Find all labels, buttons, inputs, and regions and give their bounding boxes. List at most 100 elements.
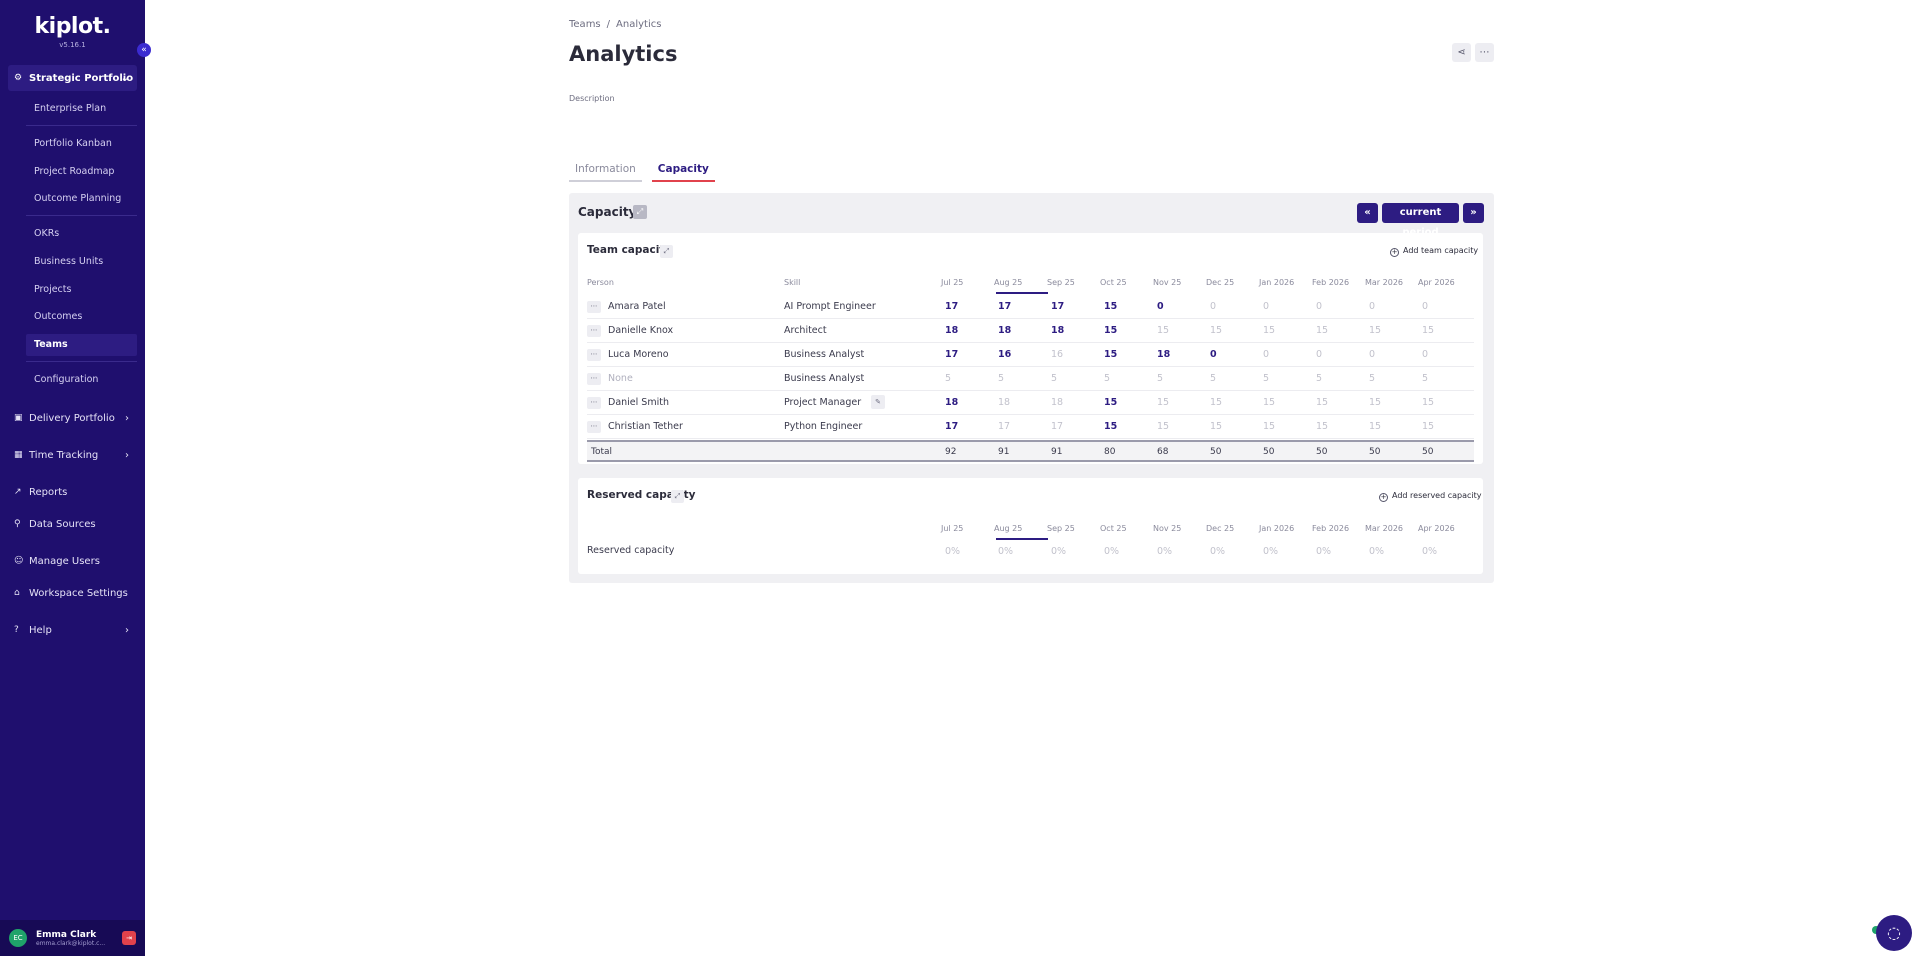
row-menu-icon[interactable]: ⋯ [587,397,601,409]
expand-icon[interactable]: ⤢ [660,245,673,258]
capacity-value[interactable]: 15 [1157,397,1169,408]
capacity-value[interactable]: 5 [1316,373,1322,384]
capacity-value[interactable]: 5 [1051,373,1057,384]
expand-icon[interactable]: ⤢ [633,205,647,219]
sidebar-manage-users[interactable]: ☺ Manage Users [8,548,137,574]
capacity-value[interactable]: 15 [1210,397,1222,408]
sidebar-item-projects[interactable]: Projects [26,279,137,301]
sidebar-delivery-portfolio[interactable]: ▣ Delivery Portfolio › [8,405,137,431]
person-cell[interactable]: Daniel Smith [608,397,669,408]
capacity-value[interactable]: 17 [945,349,958,360]
tab-information[interactable]: Information [569,160,642,182]
capacity-value[interactable]: 5 [1422,373,1428,384]
row-menu-icon[interactable]: ⋯ [587,325,601,337]
row-menu-icon[interactable]: ⋯ [587,301,601,313]
reserved-value[interactable]: 0% [1316,546,1331,557]
capacity-value[interactable]: 17 [998,301,1011,312]
capacity-value[interactable]: 15 [1104,421,1117,432]
capacity-value[interactable]: 17 [1051,421,1063,432]
capacity-value[interactable]: 5 [945,373,951,384]
reserved-value[interactable]: 0% [1263,546,1278,557]
skill-cell[interactable]: Python Engineer [784,421,862,432]
capacity-value[interactable]: 18 [1157,349,1170,360]
capacity-value[interactable]: 0 [1157,301,1164,312]
logout-icon[interactable]: ⇥ [122,931,136,945]
breadcrumb-teams[interactable]: Teams [569,19,601,30]
edit-icon[interactable]: ✎ [871,395,885,409]
capacity-value[interactable]: 15 [1369,397,1381,408]
capacity-value[interactable]: 15 [1104,349,1117,360]
capacity-value[interactable]: 5 [1104,373,1110,384]
capacity-value[interactable]: 15 [1422,397,1434,408]
reserved-value[interactable]: 0% [1210,546,1225,557]
add-reserved-capacity-button[interactable]: + Add reserved capacity [1379,491,1482,502]
sidebar-workspace-settings[interactable]: ⌂ Workspace Settings [8,580,137,606]
capacity-value[interactable]: 0 [1369,349,1375,360]
capacity-value[interactable]: 18 [945,397,958,408]
capacity-value[interactable]: 0 [1210,301,1216,312]
skill-cell[interactable]: Architect [784,325,827,336]
sidebar-item-portfolio-kanban[interactable]: Portfolio Kanban [26,133,137,155]
sidebar-item-project-roadmap[interactable]: Project Roadmap [26,161,137,183]
capacity-value[interactable]: 0 [1316,349,1322,360]
sidebar-item-enterprise-plan[interactable]: Enterprise Plan [26,98,137,120]
capacity-value[interactable]: 15 [1104,397,1117,408]
user-bar[interactable]: EC Emma Clark emma.clark@kiplot.c... ⇥ [0,920,145,956]
sidebar-help[interactable]: ? Help › [8,617,137,643]
capacity-value[interactable]: 15 [1316,397,1328,408]
more-options-icon[interactable]: ⋯ [1475,43,1494,62]
person-cell[interactable]: None [608,373,633,384]
capacity-value[interactable]: 15 [1316,421,1328,432]
reserved-value[interactable]: 0% [1369,546,1384,557]
capacity-value[interactable]: 5 [1369,373,1375,384]
capacity-value[interactable]: 18 [998,325,1011,336]
capacity-value[interactable]: 18 [1051,325,1064,336]
capacity-value[interactable]: 15 [1104,325,1117,336]
add-team-capacity-button[interactable]: + Add team capacity [1390,246,1478,257]
capacity-value[interactable]: 15 [1157,325,1169,336]
sidebar-strategic-portfolio[interactable]: ⚙ Strategic Portfolio ⌄ [8,65,137,91]
capacity-value[interactable]: 0 [1422,301,1428,312]
skill-cell[interactable]: Business Analyst [784,373,864,384]
capacity-value[interactable]: 5 [998,373,1004,384]
capacity-value[interactable]: 0 [1263,301,1269,312]
reserved-value[interactable]: 0% [1422,546,1437,557]
capacity-value[interactable]: 15 [1210,325,1222,336]
capacity-value[interactable]: 15 [1263,325,1275,336]
capacity-value[interactable]: 16 [998,349,1011,360]
capacity-value[interactable]: 15 [1422,325,1434,336]
capacity-value[interactable]: 15 [1104,301,1117,312]
person-cell[interactable]: Danielle Knox [608,325,673,336]
chat-support-icon[interactable]: ◌ [1876,915,1912,951]
capacity-value[interactable]: 5 [1263,373,1269,384]
sidebar-item-okrs[interactable]: OKRs [26,223,137,245]
capacity-value[interactable]: 15 [1369,421,1381,432]
row-menu-icon[interactable]: ⋯ [587,349,601,361]
sidebar-time-tracking[interactable]: ▦ Time Tracking › [8,442,137,468]
capacity-value[interactable]: 5 [1157,373,1163,384]
capacity-value[interactable]: 18 [1051,397,1063,408]
share-icon[interactable]: ⋖ [1452,43,1471,62]
capacity-value[interactable]: 17 [945,421,958,432]
previous-period-button[interactable]: « [1357,203,1378,223]
capacity-value[interactable]: 17 [1051,301,1064,312]
sidebar-item-configuration[interactable]: Configuration [26,369,137,391]
skill-cell[interactable]: AI Prompt Engineer [784,301,876,312]
reserved-value[interactable]: 0% [1051,546,1066,557]
capacity-value[interactable]: 15 [1210,421,1222,432]
reserved-value[interactable]: 0% [1104,546,1119,557]
capacity-value[interactable]: 18 [945,325,958,336]
reserved-value[interactable]: 0% [945,546,960,557]
capacity-value[interactable]: 15 [1263,397,1275,408]
logo[interactable]: kiplot. v5.16.1 [0,14,145,49]
capacity-value[interactable]: 15 [1422,421,1434,432]
skill-cell[interactable]: Business Analyst [784,349,864,360]
sidebar-reports[interactable]: ↗ Reports [8,479,137,505]
sidebar-item-outcomes[interactable]: Outcomes [26,306,137,328]
capacity-value[interactable]: 18 [998,397,1010,408]
next-period-button[interactable]: » [1463,203,1484,223]
person-cell[interactable]: Luca Moreno [608,349,669,360]
sidebar-item-outcome-planning[interactable]: Outcome Planning [26,188,137,210]
capacity-value[interactable]: 15 [1369,325,1381,336]
person-cell[interactable]: Amara Patel [608,301,666,312]
